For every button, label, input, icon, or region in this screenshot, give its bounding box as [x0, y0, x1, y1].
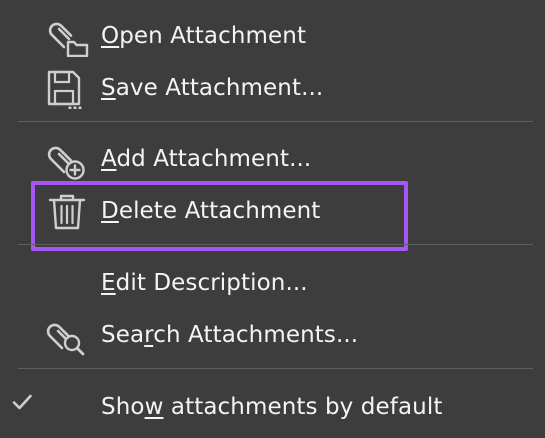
menu-item-open-attachment[interactable]: Open Attachment — [0, 10, 545, 62]
menu-item-label: Search Attachments... — [101, 322, 359, 348]
menu-item-show-attachments-by-default[interactable]: Show attachments by default — [0, 381, 545, 433]
context-menu: Open Attachment Save Attachment... Add A… — [0, 0, 545, 438]
save-disk-icon — [47, 70, 82, 109]
menu-item-label: Open Attachment — [101, 23, 307, 49]
checkmark-icon — [12, 394, 32, 410]
menu-item-edit-description[interactable]: Edit Description... — [0, 257, 545, 309]
menu-item-label: Add Attachment... — [101, 146, 312, 172]
menu-item-label: Edit Description... — [101, 270, 308, 296]
menu-separator — [18, 244, 533, 245]
highlight-box — [31, 181, 408, 251]
menu-item-save-attachment[interactable]: Save Attachment... — [0, 62, 545, 114]
menu-item-label: Save Attachment... — [101, 75, 324, 101]
attachment-search-icon — [46, 323, 85, 356]
attachment-folder-icon — [48, 22, 89, 57]
menu-item-add-attachment[interactable]: Add Attachment... — [0, 133, 545, 185]
menu-separator — [18, 121, 533, 122]
menu-item-search-attachments[interactable]: Search Attachments... — [0, 309, 545, 361]
menu-separator — [18, 368, 533, 369]
attachment-add-icon — [47, 146, 85, 180]
menu-item-label: Show attachments by default — [101, 394, 443, 420]
